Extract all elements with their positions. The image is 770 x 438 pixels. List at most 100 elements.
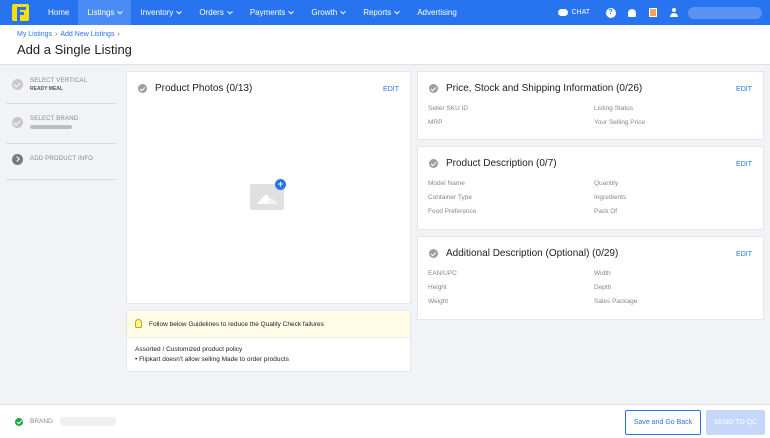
nav-item-label: Advertising bbox=[417, 8, 457, 17]
send-to-qc-button[interactable]: SEND TO QC bbox=[706, 410, 765, 435]
check-circle-icon bbox=[12, 117, 23, 128]
chevron-right-icon: › bbox=[117, 31, 120, 38]
breadcrumb-link-my-listings[interactable]: My Listings bbox=[17, 31, 52, 38]
field-label: Sales Package bbox=[594, 298, 638, 305]
policy-title: Assorted / Customized product policy bbox=[135, 346, 243, 353]
check-circle-icon bbox=[15, 418, 23, 426]
field-label: Depth bbox=[594, 284, 612, 291]
policy-item: • Flipkart doesn't allow selling Made to… bbox=[135, 356, 289, 363]
chevron-down-icon bbox=[117, 8, 124, 14]
card-title: Product Description (0/7) bbox=[446, 158, 557, 169]
step-select-vertical[interactable]: SELECT VERTICAL READY MEAL bbox=[6, 68, 116, 104]
chevron-down-icon bbox=[226, 8, 233, 14]
chat-label: CHAT bbox=[571, 9, 590, 16]
chat-bubble-icon bbox=[558, 9, 569, 16]
chevron-down-icon bbox=[394, 8, 401, 14]
field-label: Food Preference bbox=[428, 208, 477, 215]
check-circle-icon bbox=[12, 79, 23, 90]
field-label: MRP bbox=[428, 119, 443, 126]
check-circle-icon bbox=[429, 84, 438, 93]
action-footer: BRAND Save and Go Back SEND TO QC bbox=[0, 404, 770, 438]
field-label: Pack Of bbox=[594, 208, 618, 215]
gift-icon bbox=[648, 8, 657, 17]
card-title: Price, Stock and Shipping Information (0… bbox=[446, 83, 643, 94]
field-label: Container Type bbox=[428, 194, 472, 201]
edit-additional-link[interactable]: EDIT bbox=[736, 251, 752, 258]
guidelines-banner: Follow below Guidelines to reduce the Qu… bbox=[127, 311, 410, 338]
listing-steps-sidebar: SELECT VERTICAL READY MEAL SELECT BRAND … bbox=[0, 66, 120, 404]
edit-photos-link[interactable]: EDIT bbox=[383, 86, 399, 93]
chevron-down-icon bbox=[340, 8, 347, 14]
nav-item-reports[interactable]: Reports bbox=[354, 0, 408, 25]
user-icon bbox=[669, 8, 678, 17]
edit-price-link[interactable]: EDIT bbox=[736, 86, 752, 93]
notifications-button[interactable] bbox=[626, 7, 637, 18]
chevron-down-icon bbox=[176, 8, 183, 14]
nav-item-advertising[interactable]: Advertising bbox=[408, 0, 466, 25]
rewards-button[interactable] bbox=[647, 7, 658, 18]
breadcrumb-link-add-new-listings[interactable]: Add New Listings bbox=[60, 31, 114, 38]
step-select-brand[interactable]: SELECT BRAND bbox=[6, 106, 116, 144]
check-circle-icon bbox=[138, 84, 147, 93]
page-header: My Listings › Add New Listings › Add a S… bbox=[0, 25, 770, 65]
field-label: Quantity bbox=[594, 180, 619, 187]
step-title: SELECT VERTICAL bbox=[30, 78, 88, 84]
nav-item-home[interactable]: Home bbox=[39, 0, 78, 25]
flipkart-logo-icon[interactable] bbox=[12, 4, 29, 21]
field-label: Ingredients bbox=[594, 194, 627, 201]
field-label: Weight bbox=[428, 298, 449, 305]
nav-item-label: Growth bbox=[311, 8, 338, 17]
profile-button[interactable] bbox=[668, 7, 679, 18]
product-photos-card: Product Photos (0/13) EDIT + bbox=[126, 71, 411, 304]
breadcrumb: My Listings › Add New Listings › bbox=[17, 31, 123, 38]
nav-item-inventory[interactable]: Inventory bbox=[131, 0, 190, 25]
nav-item-label: Payments bbox=[249, 8, 286, 17]
step-add-product-info[interactable]: ADD PRODUCT INFO bbox=[6, 146, 116, 180]
additional-description-card: Additional Description (Optional) (0/29)… bbox=[417, 236, 764, 320]
save-and-go-back-button[interactable]: Save and Go Back bbox=[625, 410, 701, 435]
nav-item-label: Orders bbox=[199, 8, 224, 17]
check-circle-icon bbox=[429, 249, 438, 258]
card-header: Product Description (0/7) bbox=[429, 158, 557, 169]
field-label: Model Name bbox=[428, 180, 465, 187]
card-title: Product Photos (0/13) bbox=[155, 83, 253, 94]
page-title: Add a Single Listing bbox=[17, 42, 132, 57]
step-title: ADD PRODUCT INFO bbox=[30, 156, 94, 162]
chevron-right-icon: › bbox=[55, 31, 58, 38]
field-label: Seller SKU ID bbox=[428, 105, 469, 112]
check-circle-icon bbox=[429, 159, 438, 168]
nav-item-label: Listings bbox=[87, 8, 115, 17]
nav-item-listings[interactable]: Listings bbox=[78, 0, 132, 25]
lightbulb-icon bbox=[135, 319, 142, 328]
quality-guidelines-panel: Follow below Guidelines to reduce the Qu… bbox=[126, 310, 411, 372]
nav-item-label: Reports bbox=[363, 8, 392, 17]
nav-utilities: CHAT ? bbox=[558, 0, 762, 25]
card-title: Additional Description (Optional) (0/29) bbox=[446, 248, 619, 259]
card-header: Price, Stock and Shipping Information (0… bbox=[429, 83, 642, 94]
product-description-card: Product Description (0/7) EDIT Model Nam… bbox=[417, 146, 764, 230]
field-label: Width bbox=[594, 270, 611, 277]
field-label: Your Selling Price bbox=[594, 119, 646, 126]
add-photo-icon[interactable]: + bbox=[275, 179, 286, 190]
price-stock-shipping-card: Price, Stock and Shipping Information (0… bbox=[417, 71, 764, 140]
nav-item-growth[interactable]: Growth bbox=[302, 0, 354, 25]
brand-value-redacted bbox=[30, 125, 72, 129]
brand-value-redacted bbox=[60, 417, 116, 426]
field-label: EAN/UPC bbox=[428, 270, 457, 277]
nav-item-label: Inventory bbox=[140, 8, 174, 17]
step-value: READY MEAL bbox=[30, 86, 63, 92]
help-button[interactable]: ? bbox=[605, 7, 616, 18]
nav-item-payments[interactable]: Payments bbox=[241, 0, 303, 25]
card-header: Additional Description (Optional) (0/29) bbox=[429, 248, 618, 259]
top-nav-bar: Home Listings Inventory Orders Payments … bbox=[0, 0, 770, 25]
nav-item-orders[interactable]: Orders bbox=[190, 0, 240, 25]
bell-icon bbox=[627, 8, 636, 17]
field-label: Height bbox=[428, 284, 447, 291]
chevron-right-circle-icon bbox=[12, 154, 23, 165]
card-header: Product Photos (0/13) bbox=[138, 83, 252, 94]
guidelines-banner-text: Follow below Guidelines to reduce the Qu… bbox=[149, 321, 324, 328]
user-name-redacted[interactable] bbox=[688, 6, 762, 19]
help-icon: ? bbox=[605, 7, 616, 18]
chat-button[interactable]: CHAT bbox=[558, 9, 590, 16]
edit-description-link[interactable]: EDIT bbox=[736, 161, 752, 168]
